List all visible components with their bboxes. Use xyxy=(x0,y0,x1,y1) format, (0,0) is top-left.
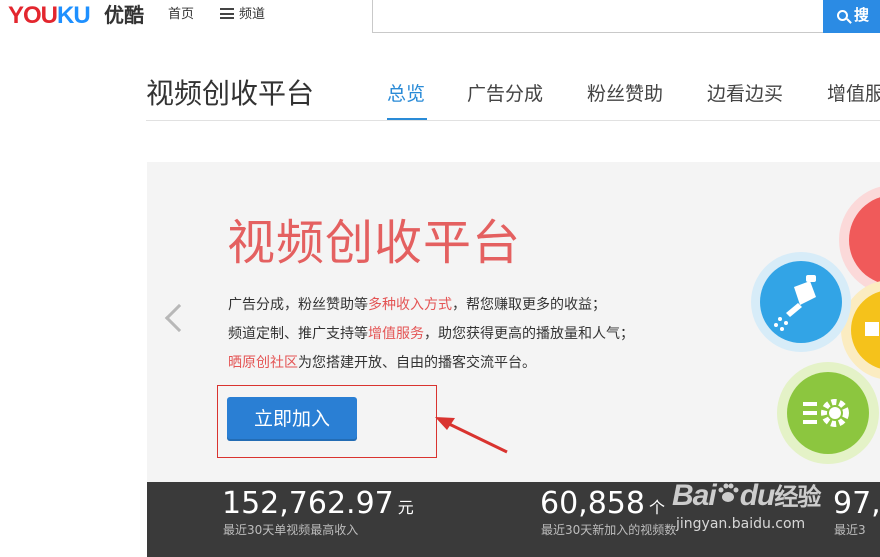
watermark-logo: Bai du经验 xyxy=(672,479,821,512)
menu-icon xyxy=(220,8,234,19)
desc-text: ，助您获得更高的播放量和人气； xyxy=(424,326,634,342)
desc-text: 为您搭建开放、自由的播客交流平台。 xyxy=(298,355,536,371)
tab-ad-revenue[interactable]: 广告分成 xyxy=(467,82,543,106)
header-divider xyxy=(146,120,880,121)
nav-home-link[interactable]: 首页 xyxy=(168,7,194,23)
annotation-arrow-icon xyxy=(435,417,508,454)
stat-label: 最近30天单视频最高收入 xyxy=(223,523,359,537)
join-now-button[interactable]: 立即加入 xyxy=(227,397,357,441)
stat-unit: 个 xyxy=(648,498,665,517)
desc-highlight-services[interactable]: 增值服务 xyxy=(368,326,424,342)
hero-banner: 视频创收平台 广告分成，粉丝赞助等多种收入方式，帮您赚取更多的收益； 频道定制、… xyxy=(147,162,880,482)
stat-new-videos: 60,858 个 xyxy=(540,486,665,526)
stat-unit: 元 xyxy=(397,498,414,517)
stat-top-income: 152,762.97 元 xyxy=(222,486,414,526)
baidu-jingyan-watermark: Bai du经验 jingyan.baidu.com xyxy=(672,478,880,548)
page-title: 视频创收平台 xyxy=(146,77,315,110)
stat-value: 60,858 xyxy=(540,486,645,521)
watermark-url: jingyan.baidu.com xyxy=(676,516,806,532)
search-button[interactable]: 搜 xyxy=(823,0,880,33)
search-input[interactable] xyxy=(372,0,824,33)
youku-logo[interactable]: YOUKU xyxy=(8,2,91,30)
banner-desc-line-1: 广告分成，粉丝赞助等多种收入方式，帮您赚取更多的收益； xyxy=(228,295,606,315)
prev-slide-icon[interactable] xyxy=(164,303,194,333)
desc-highlight-community[interactable]: 晒原创社区 xyxy=(228,355,298,371)
logo-text: YOUKU xyxy=(8,2,91,29)
watering-can-icon xyxy=(760,261,842,343)
nav-channel-label: 频道 xyxy=(239,7,266,22)
tab-overview[interactable]: 总览 xyxy=(387,82,425,106)
stat-value: 152,762.97 xyxy=(222,486,394,521)
banner-title: 视频创收平台 xyxy=(227,215,522,271)
desc-highlight-income[interactable]: 多种收入方式 xyxy=(368,297,452,313)
tab-fan-sponsorship[interactable]: 粉丝赞助 xyxy=(587,82,663,106)
coin-icon xyxy=(851,290,880,370)
gear-list-icon xyxy=(787,372,869,454)
desc-text: 频道定制、推广支持等 xyxy=(228,326,368,342)
stat-label: 最近30天新加入的视频数 xyxy=(541,523,677,537)
top-bar: YOUKU 优酷 首页 频道 搜 xyxy=(0,0,880,33)
search-icon xyxy=(837,10,848,21)
tab-value-added[interactable]: 增值服 xyxy=(827,82,880,106)
desc-text: 广告分成，粉丝赞助等 xyxy=(228,297,368,313)
page: YOUKU 优酷 首页 频道 搜 视频创收平台 总览 广告分成 粉丝赞助 边看边… xyxy=(0,0,880,557)
search-button-label: 搜 xyxy=(854,6,870,24)
desc-text: ，帮您赚取更多的收益； xyxy=(452,297,606,313)
banner-desc-line-3: 晒原创社区为您搭建开放、自由的播客交流平台。 xyxy=(228,353,536,373)
paw-icon xyxy=(718,483,739,502)
banner-desc-line-2: 频道定制、推广支持等增值服务，助您获得更高的播放量和人气； xyxy=(228,324,634,344)
tab-watch-and-buy[interactable]: 边看边买 xyxy=(707,82,783,106)
logo-cn[interactable]: 优酷 xyxy=(104,4,144,26)
nav-channel-link[interactable]: 频道 xyxy=(220,7,265,23)
